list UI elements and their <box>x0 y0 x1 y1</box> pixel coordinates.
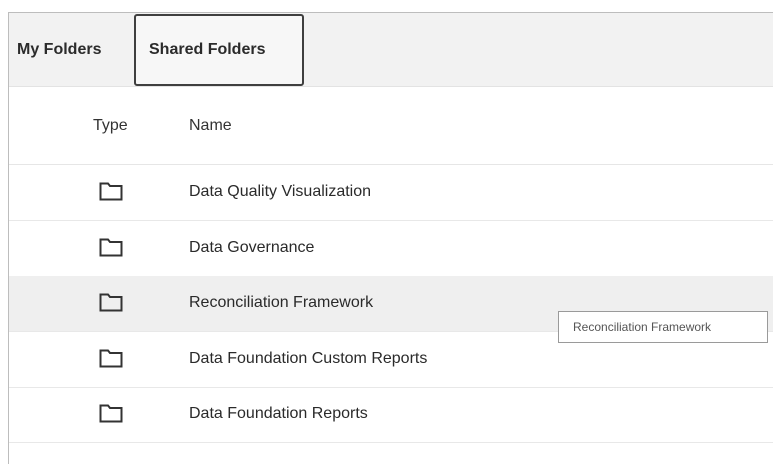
folder-icon <box>99 349 123 368</box>
folder-icon <box>99 293 123 312</box>
folder-name[interactable]: Data Governance <box>189 239 314 257</box>
tab-shared-folders[interactable]: Shared Folders <box>134 14 304 86</box>
tab-label: My Folders <box>17 40 102 58</box>
folder-icon <box>99 404 123 423</box>
column-header-type[interactable]: Type <box>93 117 128 135</box>
folder-icon <box>99 182 123 201</box>
table-row[interactable]: Data Governance <box>9 221 773 277</box>
tab-my-folders[interactable]: My Folders <box>17 13 101 86</box>
folder-name[interactable]: Reconciliation Framework <box>189 294 373 312</box>
column-header-name[interactable]: Name <box>189 117 232 135</box>
folder-browser: My Folders Shared Folders Type Name Data… <box>8 12 773 464</box>
folder-tabs: My Folders Shared Folders <box>9 13 773 87</box>
table-row[interactable]: Data Quality Visualization <box>9 165 773 221</box>
folder-name[interactable]: Data Quality Visualization <box>189 183 371 201</box>
folder-name[interactable]: Data Foundation Custom Reports <box>189 350 427 368</box>
folder-icon <box>99 238 123 257</box>
folder-name[interactable]: Data Foundation Reports <box>189 405 368 423</box>
tab-label: Shared Folders <box>149 41 266 58</box>
tooltip: Reconciliation Framework <box>558 311 768 343</box>
table-header: Type Name <box>9 87 773 165</box>
table-row[interactable]: Data Foundation Reports <box>9 387 773 443</box>
